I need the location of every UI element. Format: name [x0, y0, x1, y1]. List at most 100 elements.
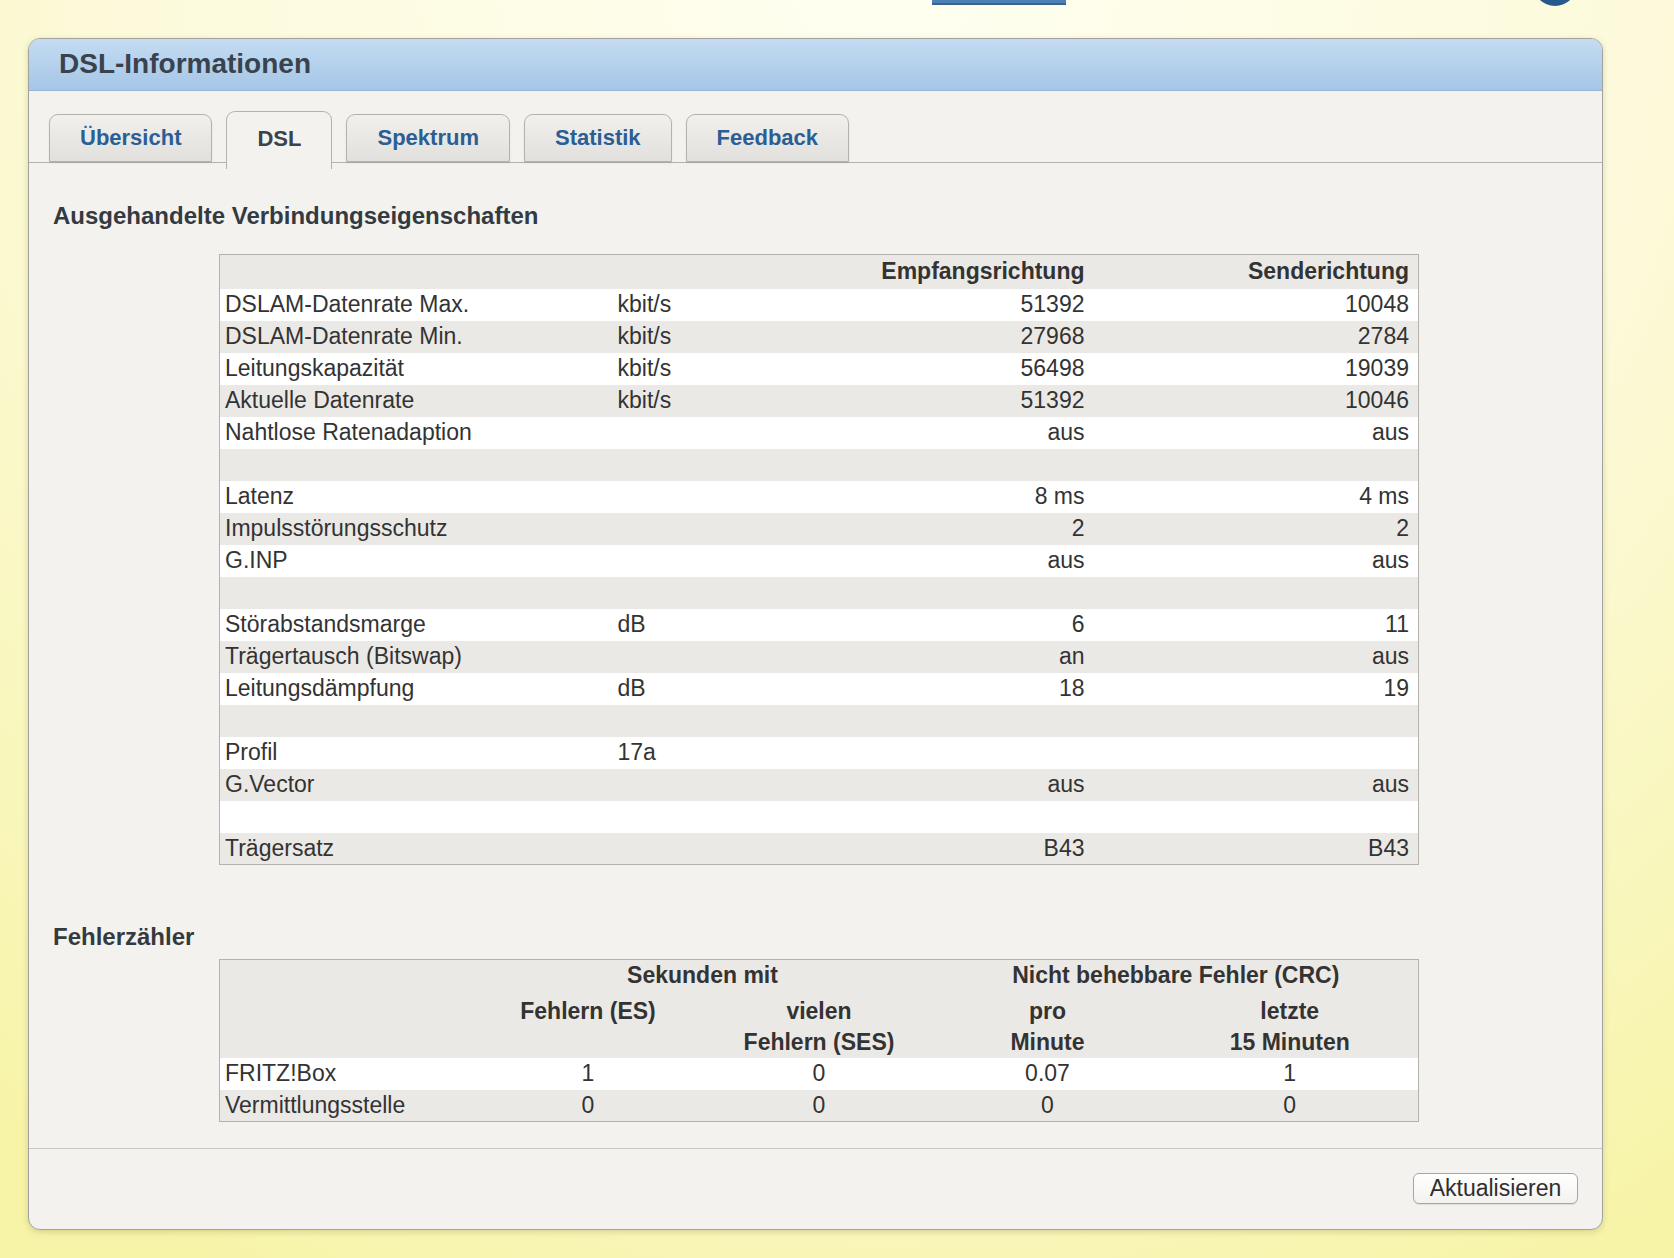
- row-unit: dB: [612, 673, 802, 705]
- row-label: Störabstandsmarge: [220, 609, 612, 641]
- header-empty-unit: [612, 255, 802, 289]
- row-unit: [612, 801, 802, 833]
- group-header-seconds: Sekunden mit: [472, 960, 934, 992]
- top-right-circle-icon: [1533, 0, 1577, 6]
- footer-divider: [29, 1148, 1602, 1149]
- row-downstream-value: 2: [802, 513, 1094, 545]
- row-es-value: 1: [472, 1058, 705, 1090]
- row-downstream-value: aus: [802, 545, 1094, 577]
- table-row: Trägertausch (Bitswap) an aus: [220, 641, 1419, 673]
- error-table-group-header-row: Sekunden mit Nicht behebbare Fehler (CRC…: [220, 960, 1419, 992]
- connection-properties-table: Empfangsrichtung Senderichtung DSLAM-Dat…: [219, 254, 1419, 865]
- row-upstream-value: 4 ms: [1094, 481, 1419, 513]
- row-downstream-value: 27968: [802, 321, 1094, 353]
- row-unit: [612, 705, 802, 737]
- row-label: Aktuelle Datenrate: [220, 385, 612, 417]
- table-row: G.INP aus aus: [220, 545, 1419, 577]
- table-row: Vermittlungsstelle 0 0 0 0: [220, 1090, 1419, 1122]
- row-unit: [612, 449, 802, 481]
- apply-button-fragment[interactable]: [932, 0, 1066, 5]
- row-es-value: 0: [472, 1090, 705, 1122]
- table-row: [220, 449, 1419, 481]
- row-unit: [612, 545, 802, 577]
- row-label: [220, 801, 612, 833]
- row-upstream-value: [1094, 801, 1419, 833]
- tab-uebersicht[interactable]: Übersicht: [49, 114, 212, 162]
- row-upstream-value: [1094, 449, 1419, 481]
- row-downstream-value: 6: [802, 609, 1094, 641]
- error-table-body: FRITZ!Box 1 0 0.07 1 Vermittlungsstelle …: [220, 1058, 1419, 1122]
- table-row: Störabstandsmarge dB 6 11: [220, 609, 1419, 641]
- row-downstream-value: 56498: [802, 353, 1094, 385]
- table-row: [220, 577, 1419, 609]
- row-downstream-value: B43: [802, 833, 1094, 865]
- row-label: [220, 449, 612, 481]
- table-row: [220, 801, 1419, 833]
- table-row: Leitungsdämpfung dB 18 19: [220, 673, 1419, 705]
- row-upstream-value: [1094, 705, 1419, 737]
- table-row: Nahtlose Ratenadaption aus aus: [220, 417, 1419, 449]
- subheader-last-15: letzte 15 Minuten: [1162, 992, 1419, 1058]
- row-label: Vermittlungsstelle: [220, 1090, 472, 1122]
- connection-table-body: DSLAM-Datenrate Max. kbit/s 51392 10048 …: [220, 289, 1419, 865]
- subheader-per-minute: pro Minute: [934, 992, 1162, 1058]
- header-empty-label: [220, 255, 612, 289]
- dsl-information-panel: DSL-Informationen Übersicht DSL Spektrum…: [28, 38, 1603, 1230]
- error-counter-table: Sekunden mit Nicht behebbare Fehler (CRC…: [219, 959, 1419, 1122]
- header-downstream: Empfangsrichtung: [802, 255, 1094, 289]
- row-label: DSLAM-Datenrate Min.: [220, 321, 612, 353]
- row-last-15-value: 0: [1162, 1090, 1419, 1122]
- tab-statistik[interactable]: Statistik: [524, 114, 672, 162]
- row-upstream-value: 19: [1094, 673, 1419, 705]
- error-table-subheader-row: Fehlern (ES) vielen Fehlern (SES) pro Mi…: [220, 992, 1419, 1058]
- row-label: G.Vector: [220, 769, 612, 801]
- row-per-minute-value: 0: [934, 1090, 1162, 1122]
- row-upstream-value: [1094, 737, 1419, 769]
- row-unit: [612, 481, 802, 513]
- row-downstream-value: [802, 801, 1094, 833]
- row-downstream-value: 51392: [802, 385, 1094, 417]
- subheader-ses: vielen Fehlern (SES): [705, 992, 934, 1058]
- tab-feedback[interactable]: Feedback: [686, 114, 850, 162]
- refresh-button[interactable]: Aktualisieren: [1413, 1173, 1578, 1204]
- row-ses-value: 0: [705, 1058, 934, 1090]
- tab-dsl[interactable]: DSL: [226, 111, 332, 169]
- row-upstream-value: 2: [1094, 513, 1419, 545]
- row-downstream-value: an: [802, 641, 1094, 673]
- group-header-empty: [220, 960, 472, 992]
- row-label: [220, 705, 612, 737]
- row-unit: kbit/s: [612, 385, 802, 417]
- row-downstream-value: 8 ms: [802, 481, 1094, 513]
- row-label: [220, 577, 612, 609]
- panel-header: DSL-Informationen: [29, 39, 1602, 91]
- row-unit: [612, 641, 802, 673]
- row-unit: kbit/s: [612, 353, 802, 385]
- row-upstream-value: aus: [1094, 417, 1419, 449]
- table-row: [220, 705, 1419, 737]
- row-unit: kbit/s: [612, 289, 802, 321]
- row-label: Latenz: [220, 481, 612, 513]
- row-last-15-value: 1: [1162, 1058, 1419, 1090]
- table-row: Aktuelle Datenrate kbit/s 51392 10046: [220, 385, 1419, 417]
- row-upstream-value: 10048: [1094, 289, 1419, 321]
- row-upstream-value: 10046: [1094, 385, 1419, 417]
- table-row: G.Vector aus aus: [220, 769, 1419, 801]
- row-upstream-value: [1094, 577, 1419, 609]
- row-downstream-value: [802, 449, 1094, 481]
- row-per-minute-value: 0.07: [934, 1058, 1162, 1090]
- row-upstream-value: 2784: [1094, 321, 1419, 353]
- group-header-crc: Nicht behebbare Fehler (CRC): [934, 960, 1419, 992]
- row-label: Impulsstörungsschutz: [220, 513, 612, 545]
- tab-spektrum[interactable]: Spektrum: [346, 114, 509, 162]
- row-downstream-value: aus: [802, 769, 1094, 801]
- row-unit: dB: [612, 609, 802, 641]
- row-unit: [612, 769, 802, 801]
- row-downstream-value: 51392: [802, 289, 1094, 321]
- row-upstream-value: 11: [1094, 609, 1419, 641]
- table-row: DSLAM-Datenrate Max. kbit/s 51392 10048: [220, 289, 1419, 321]
- row-upstream-value: B43: [1094, 833, 1419, 865]
- table-row: Trägersatz B43 B43: [220, 833, 1419, 865]
- row-label: Profil: [220, 737, 612, 769]
- row-upstream-value: aus: [1094, 769, 1419, 801]
- subheader-empty: [220, 992, 472, 1058]
